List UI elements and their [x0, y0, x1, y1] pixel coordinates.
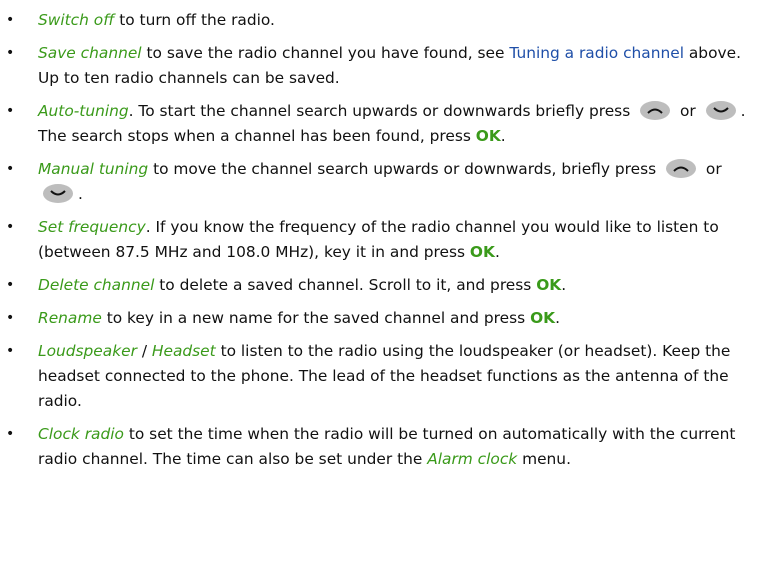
ok-key: OK — [536, 276, 562, 294]
term-auto-tuning: Auto-tuning — [38, 102, 129, 120]
term-set-frequency: Set frequency — [38, 218, 146, 236]
or-text: or — [701, 160, 722, 178]
list-item-delete-channel: • Delete channel to delete a saved chann… — [0, 273, 754, 298]
term-clock-radio: Clock radio — [38, 425, 124, 443]
item-text: to move the channel search upwards or do… — [148, 160, 662, 178]
list-item-save-channel: • Save channel to save the radio channel… — [0, 41, 754, 91]
bullet: • — [6, 219, 15, 235]
item-end: . — [494, 243, 500, 261]
item-text: . To start the channel search upwards or… — [128, 102, 636, 120]
item-text: to turn off the radio. — [114, 11, 275, 29]
scroll-up-key-icon — [640, 101, 671, 120]
list-item-loudspeaker-headset: • Loudspeaker / Headset to listen to the… — [0, 339, 754, 414]
or-text: or — [675, 102, 701, 120]
scroll-up-key-icon — [666, 159, 697, 178]
term-headset: Headset — [151, 342, 216, 360]
list-item-manual-tuning: • Manual tuning to move the channel sear… — [0, 157, 754, 207]
item-text: menu. — [517, 450, 571, 468]
separator: / — [136, 342, 152, 360]
term-delete-channel: Delete channel — [38, 276, 155, 294]
bullet: • — [6, 12, 15, 28]
scroll-down-key-icon — [43, 184, 73, 203]
list-item-switch-off: • Switch off to turn off the radio. — [0, 8, 754, 33]
list-item-rename: • Rename to key in a new name for the sa… — [0, 306, 754, 331]
item-text: to set the time when the radio will be t… — [38, 425, 736, 468]
ok-key: OK — [469, 243, 495, 261]
link-tuning-a-radio-channel[interactable]: Tuning a radio channel — [509, 44, 684, 62]
ok-key: OK — [475, 127, 501, 145]
radio-options-list: • Switch off to turn off the radio. • Sa… — [0, 0, 762, 472]
item-end: . — [78, 185, 83, 203]
bullet: • — [6, 277, 15, 293]
bullet: • — [6, 103, 15, 119]
item-end: . — [500, 127, 506, 145]
list-item-set-frequency: • Set frequency. If you know the frequen… — [0, 215, 754, 265]
term-switch-off: Switch off — [38, 11, 115, 29]
item-end: . — [555, 309, 560, 327]
ok-key: OK — [530, 309, 556, 327]
item-text: to save the radio channel you have found… — [141, 44, 510, 62]
term-save-channel: Save channel — [38, 44, 142, 62]
term-rename: Rename — [38, 309, 102, 327]
item-text: to delete a saved channel. Scroll to it,… — [154, 276, 537, 294]
bullet: • — [6, 161, 15, 177]
bullet: • — [6, 45, 15, 61]
bullet: • — [6, 310, 15, 326]
term-manual-tuning: Manual tuning — [38, 160, 149, 178]
list-item-auto-tuning: • Auto-tuning. To start the channel sear… — [0, 99, 754, 149]
item-text: to key in a new name for the saved chann… — [101, 309, 531, 327]
scroll-down-key-icon — [705, 101, 736, 120]
item-end: . — [561, 276, 567, 294]
term-alarm-clock: Alarm clock — [427, 450, 518, 468]
bullet: • — [6, 343, 15, 359]
bullet: • — [6, 426, 15, 442]
term-loudspeaker: Loudspeaker — [38, 342, 137, 360]
list-item-clock-radio: • Clock radio to set the time when the r… — [0, 422, 754, 472]
